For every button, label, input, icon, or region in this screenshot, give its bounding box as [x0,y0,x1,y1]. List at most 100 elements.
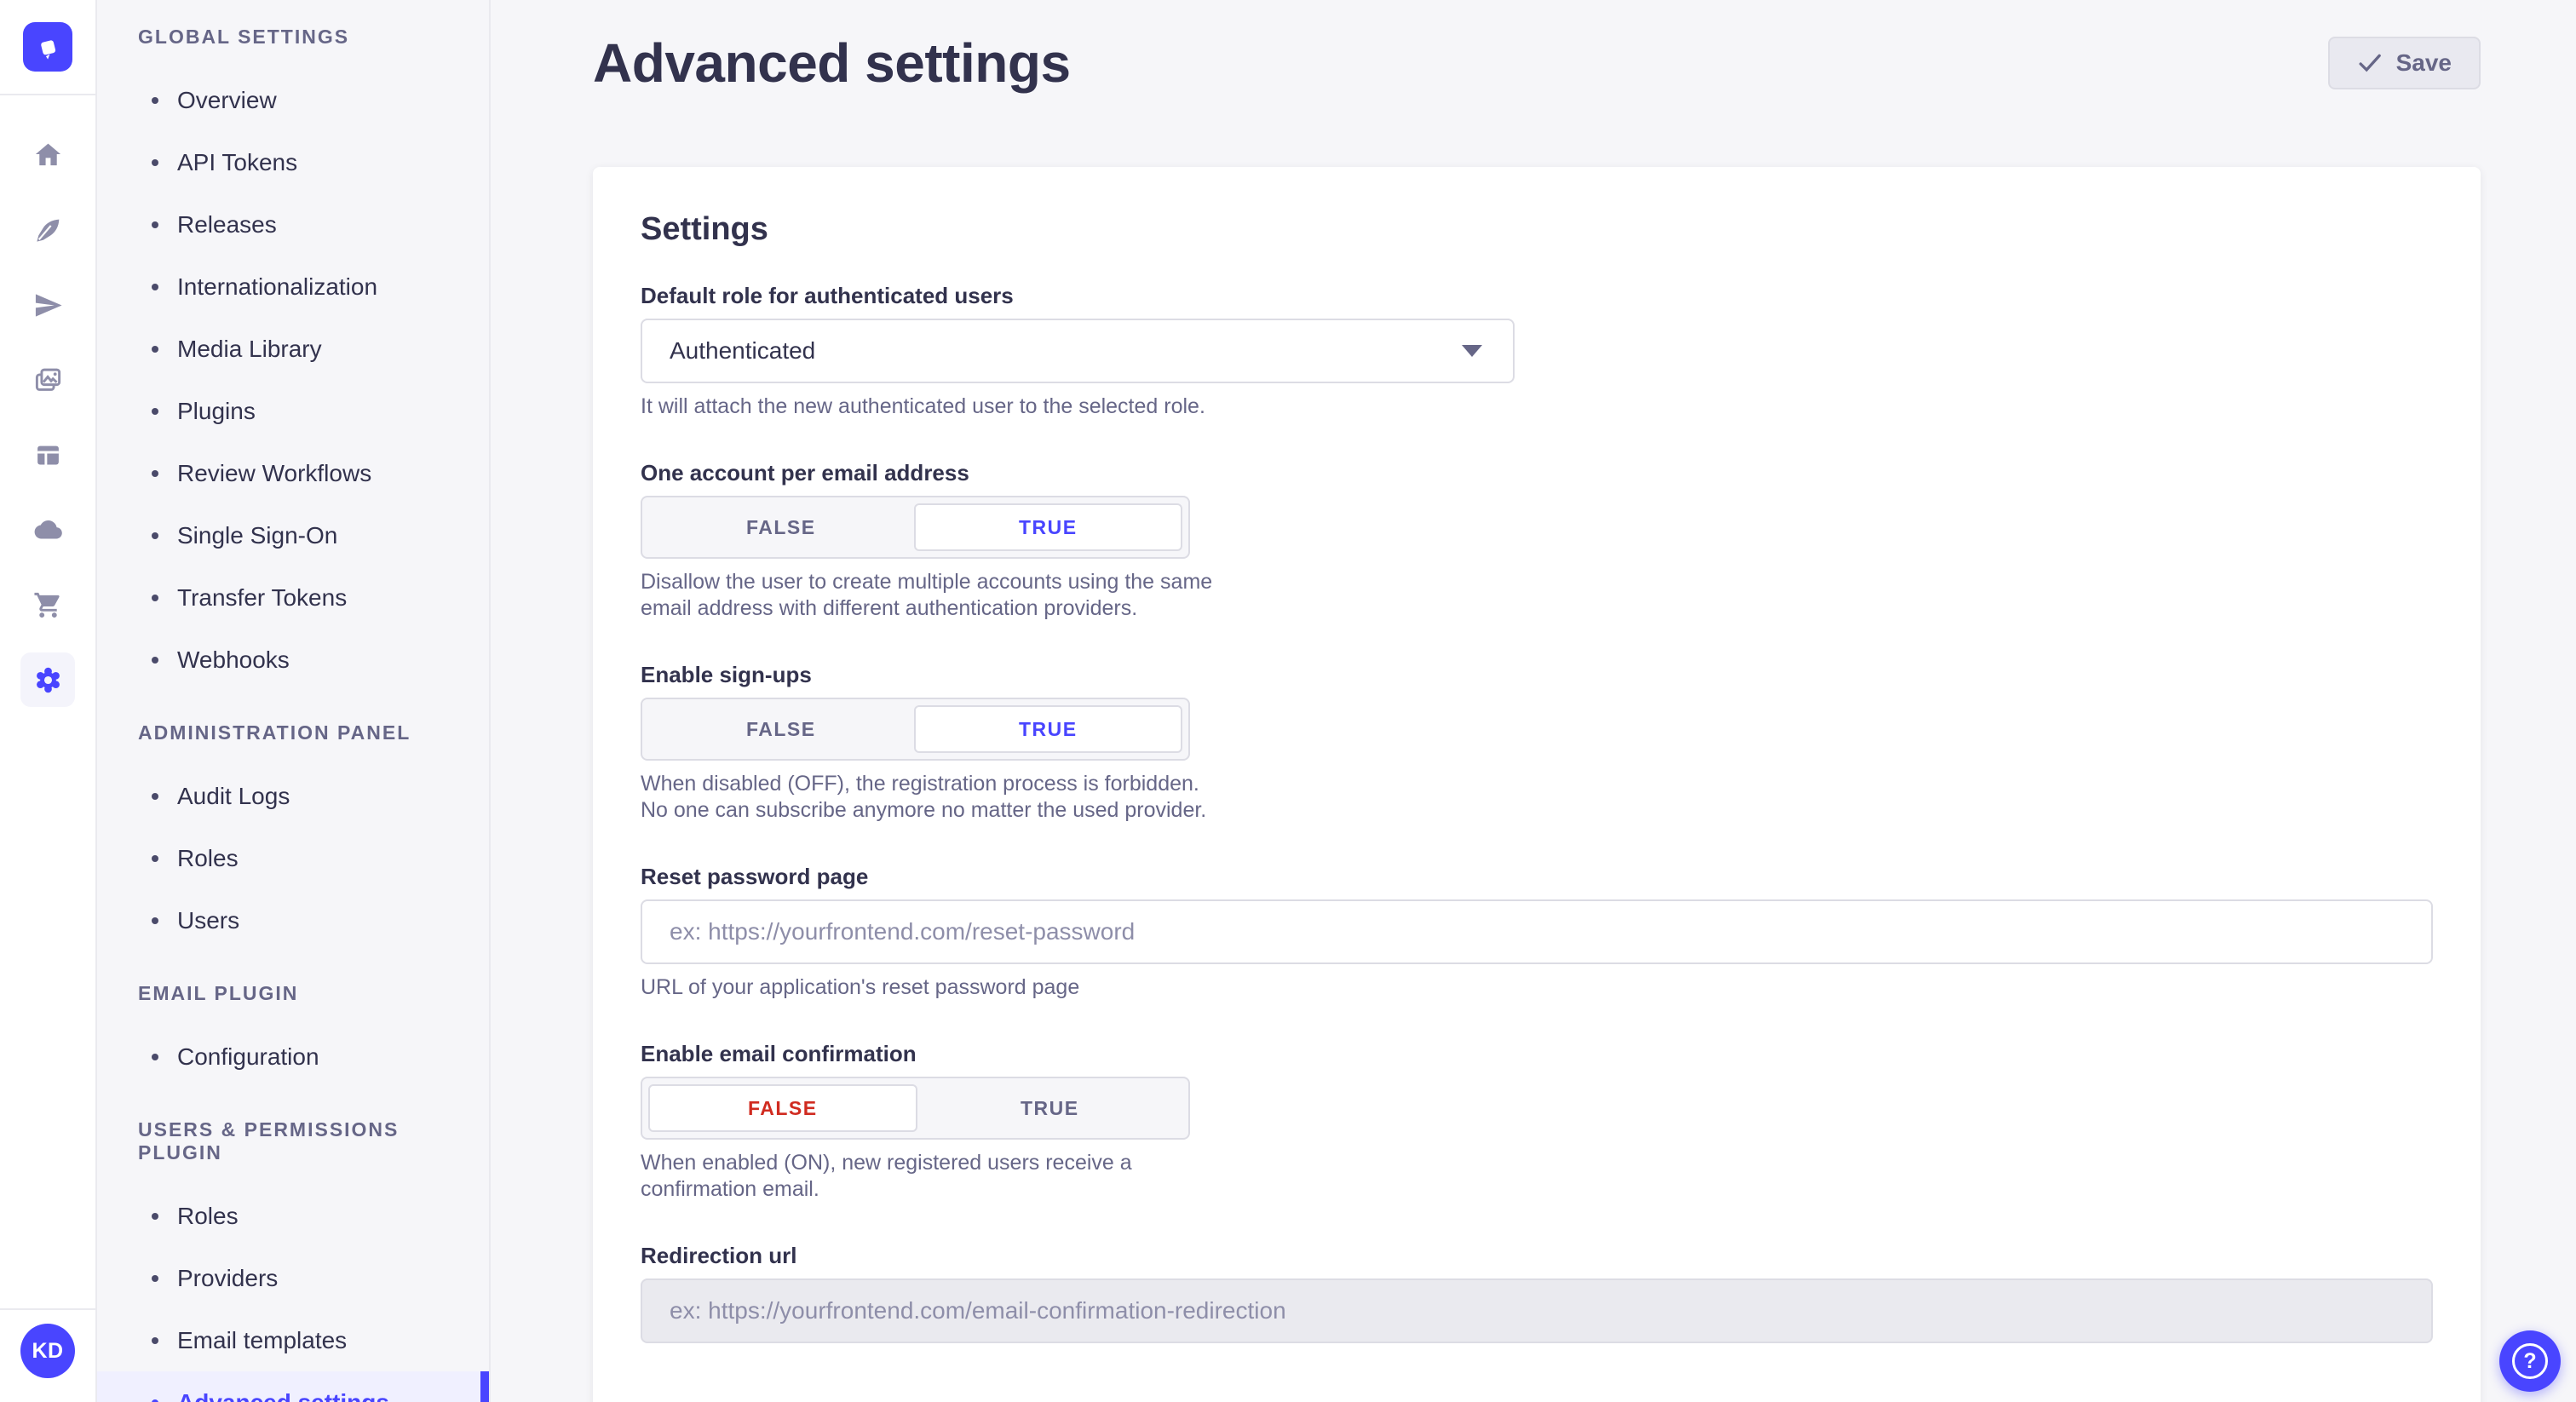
save-button-label: Save [2396,49,2452,77]
field-label: Reset password page [641,863,2433,890]
field-label: One account per email address [641,459,2433,486]
field-redirection-url: Redirection url [641,1242,2433,1343]
settings-gear-button[interactable] [10,642,85,717]
sidebar-item-up-roles[interactable]: Roles [97,1185,489,1247]
bullet-icon [152,532,158,539]
field-label: Redirection url [641,1242,2433,1269]
bullet-icon [152,793,158,800]
settings-sidebar: GLOBAL SETTINGS Overview API Tokens Rele… [97,0,491,1402]
bullet-icon [152,408,158,415]
field-one-account-per-email: One account per email address FALSE TRUE… [641,459,2433,622]
sidebar-item-internationalization[interactable]: Internationalization [97,256,489,318]
section-email-plugin: EMAIL PLUGIN Configuration [97,982,489,1088]
bullet-icon [152,1399,158,1402]
sidebar-item-email-configuration[interactable]: Configuration [97,1026,489,1088]
one-account-toggle: FALSE TRUE [641,496,1190,559]
field-reset-password-page: Reset password page URL of your applicat… [641,863,2433,1001]
section-title: GLOBAL SETTINGS [97,26,489,49]
field-default-role: Default role for authenticated users Aut… [641,282,2433,420]
toggle-option-false[interactable]: FALSE [648,705,914,753]
field-enable-email-confirmation: Enable email confirmation FALSE TRUE Whe… [641,1040,2433,1203]
toggle-option-true[interactable]: TRUE [914,503,1183,551]
toggle-option-true[interactable]: TRUE [914,705,1183,753]
icon-rail: KD [0,0,97,1402]
redirection-url-input[interactable] [641,1278,2433,1343]
settings-card: Settings Default role for authenticated … [593,167,2481,1402]
default-role-select[interactable]: Authenticated [641,319,1515,383]
toggle-option-false[interactable]: FALSE [648,1084,917,1132]
sidebar-item-api-tokens[interactable]: API Tokens [97,131,489,193]
field-hint: Disallow the user to create multiple acc… [641,569,1228,622]
user-avatar[interactable]: KD [20,1324,75,1378]
reset-password-input[interactable] [641,899,2433,964]
section-global-settings: GLOBAL SETTINGS Overview API Tokens Rele… [97,26,489,691]
strapi-logo[interactable] [23,22,72,72]
section-title: ADMINISTRATION PANEL [97,721,489,744]
bullet-icon [152,221,158,228]
sidebar-item-audit-logs[interactable]: Audit Logs [97,765,489,827]
toggle-option-true[interactable]: TRUE [917,1084,1183,1132]
field-hint: When enabled (ON), new registered users … [641,1150,1228,1203]
sidebar-item-up-providers[interactable]: Providers [97,1247,489,1309]
bullet-icon [152,1054,158,1060]
select-value: Authenticated [670,337,815,365]
active-indicator [480,1371,489,1402]
section-title: USERS & PERMISSIONS PLUGIN [97,1118,489,1164]
logo-section [0,0,95,95]
field-enable-sign-ups: Enable sign-ups FALSE TRUE When disabled… [641,661,2433,824]
content-feather-icon[interactable] [10,192,85,267]
field-label: Enable email confirmation [641,1040,2433,1067]
field-hint: URL of your application's reset password… [641,974,2433,1001]
rail-divider [0,1308,95,1310]
section-users-permissions-plugin: USERS & PERMISSIONS PLUGIN Roles Provide… [97,1118,489,1402]
sidebar-item-review-workflows[interactable]: Review Workflows [97,442,489,504]
field-hint: When disabled (OFF), the registration pr… [641,771,1228,824]
strapi-logo-icon [33,32,62,61]
sidebar-item-admin-roles[interactable]: Roles [97,827,489,889]
settings-heading: Settings [641,211,2433,248]
check-icon [2357,50,2383,76]
bullet-icon [152,1337,158,1344]
bullet-icon [152,917,158,924]
sidebar-item-admin-users[interactable]: Users [97,889,489,951]
bullet-icon [152,1213,158,1220]
sidebar-item-transfer-tokens[interactable]: Transfer Tokens [97,566,489,629]
sidebar-item-releases[interactable]: Releases [97,193,489,256]
save-button[interactable]: Save [2328,37,2481,89]
page-title: Advanced settings [593,32,1071,94]
section-title: EMAIL PLUGIN [97,982,489,1005]
marketplace-cart-icon[interactable] [10,567,85,642]
layout-window-icon[interactable] [10,417,85,492]
field-label: Enable sign-ups [641,661,2433,688]
bullet-icon [152,284,158,290]
sidebar-item-media-library[interactable]: Media Library [97,318,489,380]
bullet-icon [152,855,158,862]
rail-bottom: KD [0,1308,95,1402]
bullet-icon [152,159,158,166]
field-hint: It will attach the new authenticated use… [641,394,2433,420]
send-plane-icon[interactable] [10,267,85,342]
sidebar-item-single-sign-on[interactable]: Single Sign-On [97,504,489,566]
field-label: Default role for authenticated users [641,282,2433,309]
app-screen: KD GLOBAL SETTINGS Overview API Tokens R… [0,0,2576,1402]
sidebar-item-advanced-settings[interactable]: Advanced settings [97,1371,489,1402]
help-button[interactable]: ? [2499,1330,2561,1392]
toggle-option-false[interactable]: FALSE [648,503,914,551]
sidebar-item-plugins[interactable]: Plugins [97,380,489,442]
cloud-icon[interactable] [10,492,85,567]
sidebar-item-webhooks[interactable]: Webhooks [97,629,489,691]
media-images-icon[interactable] [10,342,85,417]
home-icon[interactable] [10,118,85,192]
sidebar-item-overview[interactable]: Overview [97,69,489,131]
bullet-icon [152,346,158,353]
bullet-icon [152,97,158,104]
bullet-icon [152,657,158,664]
bullet-icon [152,1275,158,1282]
email-confirmation-toggle: FALSE TRUE [641,1077,1190,1140]
sidebar-item-email-templates[interactable]: Email templates [97,1309,489,1371]
bullet-icon [152,470,158,477]
chevron-down-icon [1462,345,1482,357]
question-mark-icon: ? [2512,1343,2548,1379]
bullet-icon [152,595,158,601]
section-administration-panel: ADMINISTRATION PANEL Audit Logs Roles Us… [97,721,489,951]
